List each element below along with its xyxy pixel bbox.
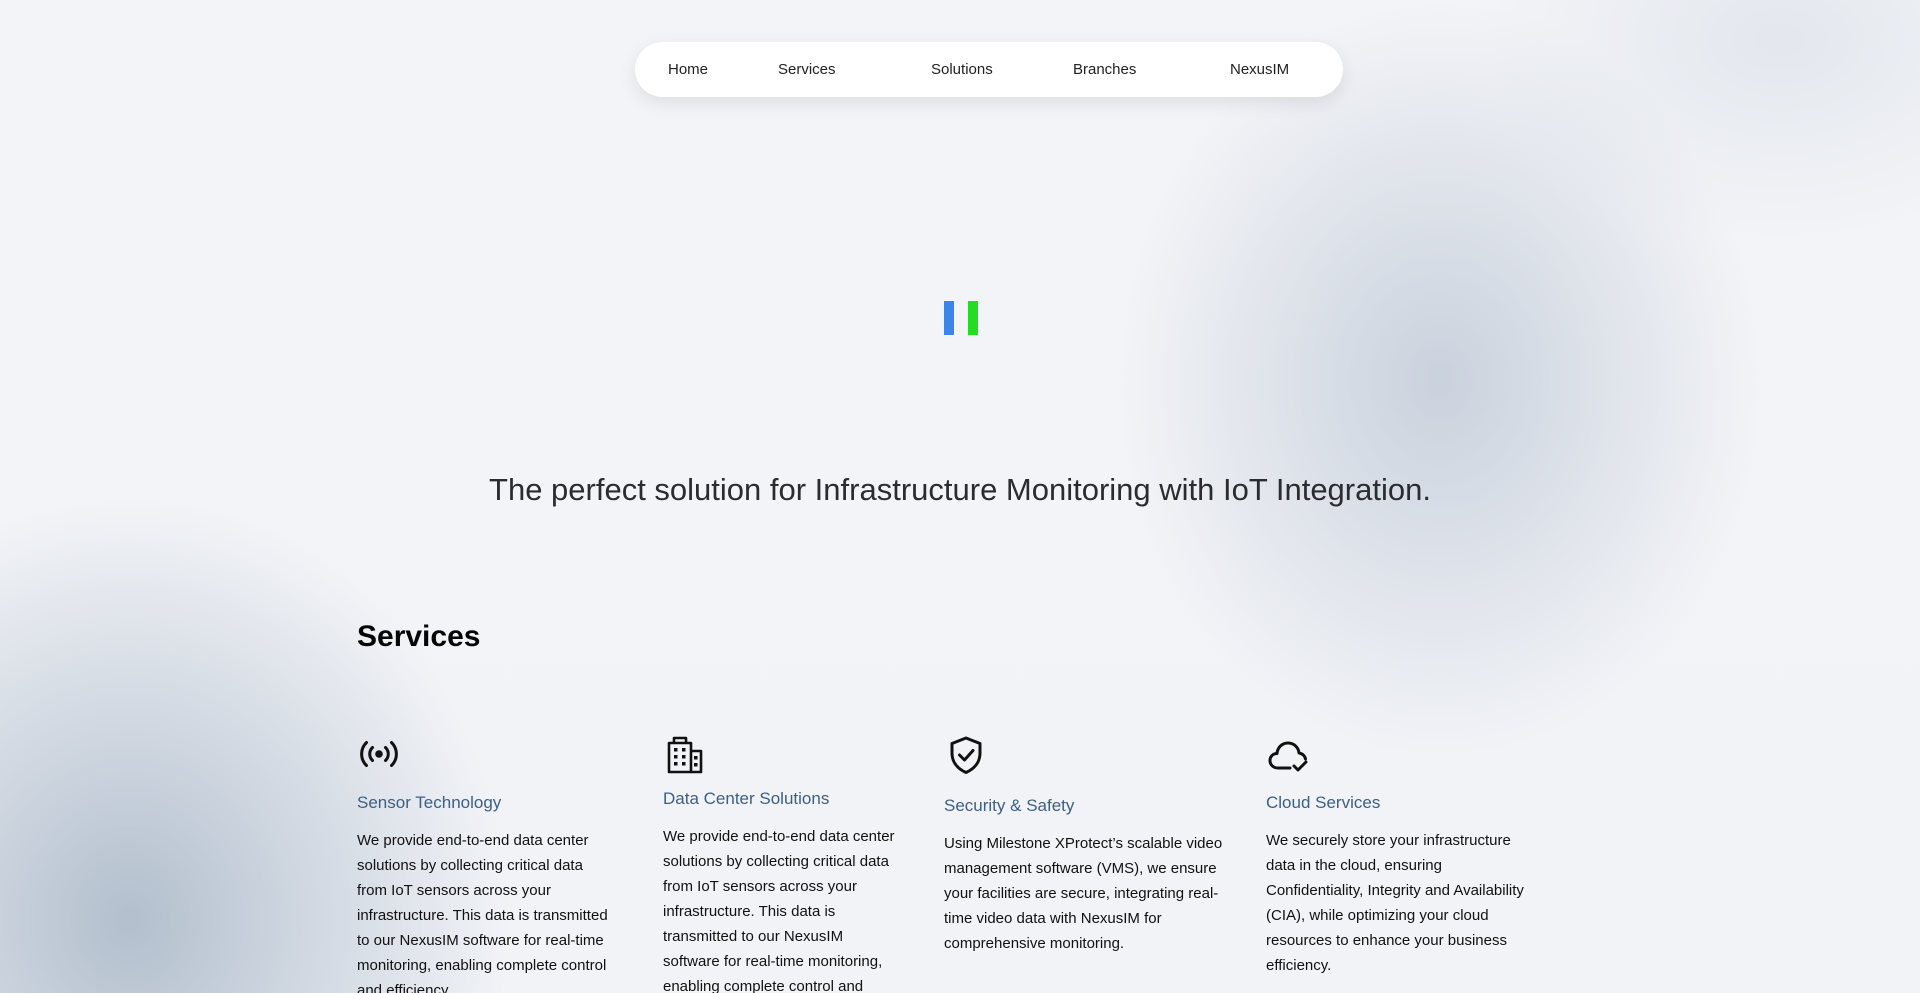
service-card-security-safety: Security & Safety Using Milestone XProte…	[944, 735, 1224, 956]
service-description: We securely store your infrastructure da…	[1266, 832, 1524, 974]
nav-nexusim[interactable]: NexusIM	[1230, 42, 1289, 97]
cloud-check-icon	[1268, 741, 1308, 772]
nav-solutions[interactable]: Solutions	[931, 42, 993, 97]
shield-check-icon	[950, 736, 982, 774]
service-description: We provide end-to-end data center soluti…	[357, 832, 608, 993]
service-card-data-center-solutions: Data Center Solutions We provide end-to-…	[663, 735, 900, 993]
hero-tagline: The perfect solution for Infrastructure …	[489, 472, 1431, 507]
sensor-icon	[360, 741, 398, 767]
nav-home[interactable]: Home	[668, 42, 708, 97]
service-card-sensor-technology: Sensor Technology We provide end-to-end …	[357, 734, 617, 993]
services-heading: Services	[357, 620, 481, 653]
top-navigation: Home Services Solutions Branches NexusIM	[635, 42, 1343, 97]
brand-logo	[944, 301, 979, 335]
service-title: Security & Safety	[944, 796, 1075, 815]
logo-bar-green	[968, 301, 978, 335]
service-title: Data Center Solutions	[663, 789, 830, 808]
service-title: Cloud Services	[1266, 793, 1381, 812]
building-icon	[667, 736, 703, 774]
logo-bar-blue	[944, 301, 954, 335]
service-description: Using Milestone XProtect’s scalable vide…	[944, 835, 1223, 952]
nav-services[interactable]: Services	[778, 42, 836, 97]
nav-branches[interactable]: Branches	[1073, 42, 1136, 97]
service-card-cloud-services: Cloud Services We securely store your in…	[1266, 736, 1528, 978]
service-description: We provide end-to-end data center soluti…	[663, 828, 895, 993]
service-title: Sensor Technology	[357, 793, 502, 812]
